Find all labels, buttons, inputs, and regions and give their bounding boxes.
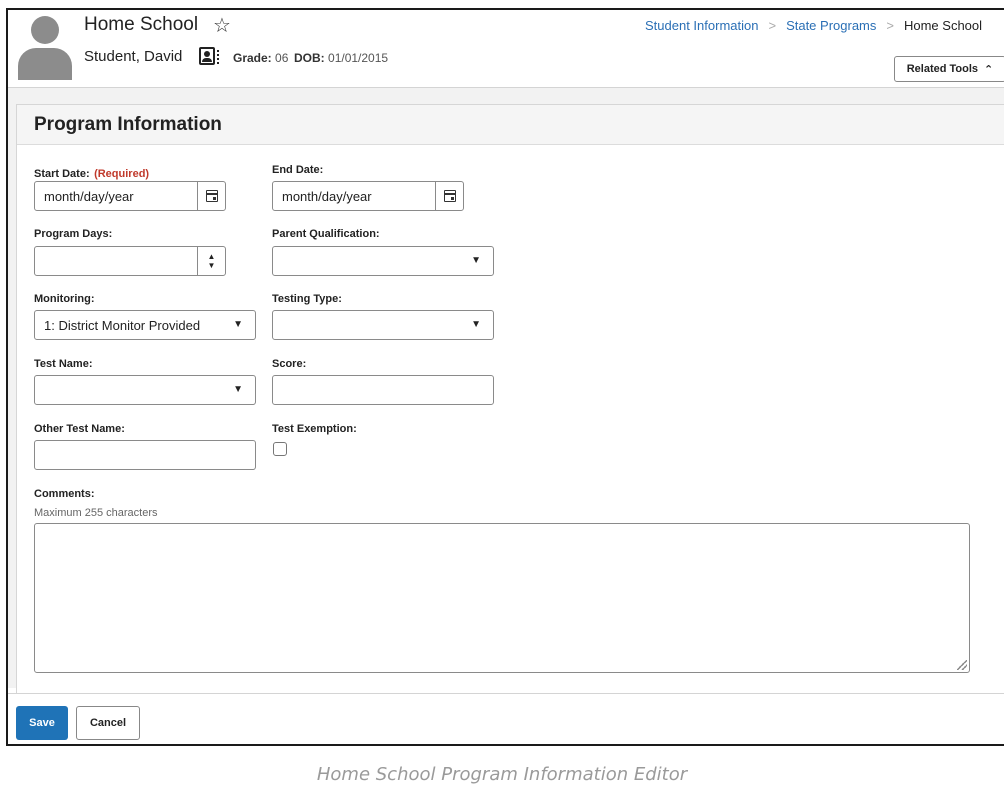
caret-down-icon: ▼ [233, 384, 243, 395]
program-days-label: Program Days: [34, 228, 113, 240]
figure-caption: Home School Program Information Editor [316, 764, 688, 785]
monitoring-select[interactable]: 1: District Monitor Provided ▼ [34, 310, 256, 340]
resize-grip-icon[interactable] [957, 660, 967, 670]
dob-label: DOB: [294, 51, 325, 65]
testing-type-select[interactable]: ▼ [272, 310, 494, 340]
calendar-icon [205, 190, 218, 202]
grade-value: 06 [275, 51, 289, 65]
chevron-right-icon: > [768, 18, 777, 33]
caret-down-icon: ▼ [471, 319, 481, 330]
score-input[interactable] [272, 375, 494, 405]
parent-qualification-select[interactable]: ▼ [272, 246, 494, 276]
star-icon[interactable]: ☆ [213, 13, 231, 38]
cancel-button[interactable]: Cancel [76, 706, 140, 740]
contact-card-icon-tabs [217, 50, 220, 64]
student-header: Home School ☆ Student, David Grade: 06 D… [8, 10, 1004, 88]
required-indicator: (Required) [94, 168, 150, 180]
breadcrumb-student-information[interactable]: Student Information [645, 18, 758, 33]
caret-down-icon: ▼ [233, 319, 243, 330]
action-bar: Save Cancel [8, 693, 1004, 744]
chevron-up-icon: ⌃ [984, 63, 994, 76]
editor-window: Home School ☆ Student, David Grade: 06 D… [6, 8, 1004, 746]
avatar [18, 16, 72, 80]
test-name-select[interactable]: ▼ [34, 375, 256, 405]
related-tools-button[interactable]: Related Tools ⌃ [894, 56, 1004, 82]
comments-textarea[interactable] [34, 523, 970, 673]
panel-header: Program Information [17, 105, 1004, 145]
test-exemption-checkbox[interactable] [273, 442, 287, 456]
other-test-name-input[interactable] [34, 440, 256, 470]
save-button[interactable]: Save [16, 706, 68, 740]
chevron-right-icon: > [886, 18, 894, 33]
comments-label: Comments: [34, 488, 95, 500]
monitoring-value: 1: District Monitor Provided [44, 317, 201, 333]
start-date-calendar-button[interactable] [197, 182, 225, 210]
dob-info: DOB: 01/01/2015 [294, 51, 388, 65]
start-date-field[interactable]: month/day/year [34, 181, 226, 211]
program-days-stepper[interactable]: ▲ ▼ [34, 246, 226, 276]
end-date-field[interactable]: month/day/year [272, 181, 464, 211]
other-test-name-label: Other Test Name: [34, 423, 125, 435]
panel-title: Program Information [34, 113, 222, 135]
test-exemption-label: Test Exemption: [272, 423, 357, 435]
monitoring-label: Monitoring: [34, 293, 95, 305]
score-label: Score: [272, 358, 307, 370]
start-date-label: Start Date: (Required) [34, 168, 150, 180]
test-name-label: Test Name: [34, 358, 93, 370]
end-date-placeholder: month/day/year [282, 188, 372, 204]
calendar-icon [443, 190, 456, 202]
contact-card-icon[interactable] [199, 47, 215, 65]
breadcrumb: Student Information > State Programs > Home … [645, 18, 982, 33]
content-area: Program Information Start Date: (Require… [8, 88, 1004, 694]
dob-value: 01/01/2015 [328, 51, 389, 65]
comments-hint: Maximum 255 characters [34, 507, 158, 519]
caret-down-icon: ▼ [471, 255, 481, 266]
end-date-label: End Date: [272, 164, 324, 176]
parent-qualification-label: Parent Qualification: [272, 228, 380, 240]
testing-type-label: Testing Type: [272, 293, 342, 305]
breadcrumb-state-programs[interactable]: State Programs [786, 18, 876, 33]
page-title: Home School [84, 14, 199, 35]
student-name: Student, David [84, 48, 183, 65]
spinner-icon[interactable]: ▲ ▼ [197, 247, 225, 275]
grade-label: Grade: [233, 51, 272, 65]
start-date-placeholder: month/day/year [44, 188, 134, 204]
end-date-calendar-button[interactable] [435, 182, 463, 210]
grade-info: Grade: 06 [233, 51, 288, 65]
related-tools-label: Related Tools [906, 63, 979, 75]
breadcrumb-current: Home School [903, 18, 983, 33]
program-information-panel: Program Information Start Date: (Require… [16, 104, 1004, 694]
